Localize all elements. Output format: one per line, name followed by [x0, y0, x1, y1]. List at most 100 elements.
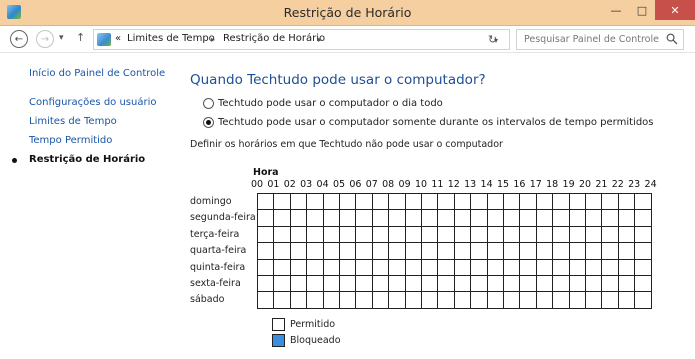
time-slot-cell[interactable]	[504, 292, 521, 309]
time-slot-cell[interactable]	[471, 292, 488, 309]
time-slot-cell[interactable]	[454, 194, 472, 211]
time-slot-cell[interactable]	[258, 210, 275, 227]
time-slot-cell[interactable]	[586, 210, 603, 227]
search-input[interactable]: Pesquisar Painel de Controle	[516, 29, 684, 50]
time-slot-cell[interactable]	[586, 259, 603, 276]
time-slot-cell[interactable]	[274, 226, 291, 244]
time-slot-cell[interactable]	[569, 226, 586, 244]
sidebar-item-limites-de-tempo[interactable]: Limites de Tempo	[29, 116, 117, 127]
time-slot-cell[interactable]	[438, 194, 455, 211]
time-slot-cell[interactable]	[618, 276, 636, 293]
time-slot-cell[interactable]	[422, 276, 439, 293]
time-slot-cell[interactable]	[602, 243, 619, 260]
time-slot-cell[interactable]	[356, 226, 373, 244]
time-slot-cell[interactable]	[356, 194, 373, 211]
time-slot-cell[interactable]	[536, 292, 554, 309]
time-slot-cell[interactable]	[372, 210, 390, 227]
time-slot-cell[interactable]	[520, 276, 537, 293]
sidebar-item-tempo-permitido[interactable]: Tempo Permitido	[29, 135, 112, 146]
time-slot-cell[interactable]	[290, 259, 308, 276]
time-slot-cell[interactable]	[438, 226, 455, 244]
time-slot-cell[interactable]	[520, 259, 537, 276]
time-slot-cell[interactable]	[307, 276, 324, 293]
time-slot-cell[interactable]	[258, 292, 275, 309]
time-slot-cell[interactable]	[602, 276, 619, 293]
time-slot-cell[interactable]	[274, 194, 291, 211]
time-slot-cell[interactable]	[372, 194, 390, 211]
sidebar-item-restricao-de-horario[interactable]: Restrição de Horário	[29, 154, 145, 165]
time-slot-cell[interactable]	[323, 292, 340, 309]
time-slot-cell[interactable]	[274, 210, 291, 227]
time-slot-cell[interactable]	[635, 210, 652, 227]
time-slot-cell[interactable]	[569, 243, 586, 260]
time-slot-cell[interactable]	[389, 210, 406, 227]
time-slot-cell[interactable]	[307, 259, 324, 276]
time-slot-cell[interactable]	[323, 276, 340, 293]
option-allowed-intervals-label[interactable]: Techtudo pode usar o computador somente …	[218, 117, 654, 128]
time-slot-cell[interactable]	[422, 243, 439, 260]
time-slot-cell[interactable]	[586, 226, 603, 244]
time-slot-cell[interactable]	[340, 226, 357, 244]
option-all-day-label[interactable]: Techtudo pode usar o computador o dia to…	[218, 98, 443, 109]
time-slot-cell[interactable]	[602, 226, 619, 244]
time-slot-cell[interactable]	[258, 194, 275, 211]
option-all-day[interactable]: Techtudo pode usar o computador o dia to…	[203, 98, 443, 109]
time-slot-cell[interactable]	[569, 259, 586, 276]
breadcrumb[interactable]: « Limites de Tempo ▸ Restrição de Horári…	[93, 29, 510, 50]
time-slot-cell[interactable]	[438, 276, 455, 293]
time-slot-cell[interactable]	[340, 292, 357, 309]
time-slot-cell[interactable]	[569, 210, 586, 227]
time-slot-cell[interactable]	[389, 292, 406, 309]
recent-pages-dropdown[interactable]: ▾	[59, 33, 64, 43]
time-slot-cell[interactable]	[504, 259, 521, 276]
time-slot-cell[interactable]	[520, 292, 537, 309]
time-slot-cell[interactable]	[454, 243, 472, 260]
time-slot-cell[interactable]	[454, 259, 472, 276]
time-slot-cell[interactable]	[389, 276, 406, 293]
time-slot-cell[interactable]	[422, 259, 439, 276]
time-slot-cell[interactable]	[323, 243, 340, 260]
time-slot-cell[interactable]	[356, 276, 373, 293]
time-slot-cell[interactable]	[307, 194, 324, 211]
time-slot-cell[interactable]	[586, 292, 603, 309]
chevron-right-icon[interactable]: ▸	[318, 35, 322, 44]
time-slot-cell[interactable]	[340, 259, 357, 276]
time-slot-cell[interactable]	[356, 210, 373, 227]
time-slot-cell[interactable]	[536, 226, 554, 244]
time-slot-cell[interactable]	[307, 243, 324, 260]
time-slot-cell[interactable]	[290, 210, 308, 227]
time-slot-cell[interactable]	[274, 243, 291, 260]
time-slot-cell[interactable]	[520, 210, 537, 227]
time-slot-cell[interactable]	[307, 210, 324, 227]
time-slot-cell[interactable]	[454, 276, 472, 293]
time-slot-cell[interactable]	[307, 292, 324, 309]
time-slot-cell[interactable]	[553, 292, 570, 309]
time-slot-cell[interactable]	[487, 210, 504, 227]
option-allowed-intervals[interactable]: Techtudo pode usar o computador somente …	[203, 117, 654, 128]
time-slot-cell[interactable]	[618, 194, 636, 211]
time-slot-cell[interactable]	[405, 259, 422, 276]
time-slot-cell[interactable]	[258, 226, 275, 244]
time-slot-cell[interactable]	[438, 292, 455, 309]
time-slot-cell[interactable]	[487, 243, 504, 260]
time-slot-cell[interactable]	[290, 194, 308, 211]
time-slot-cell[interactable]	[602, 292, 619, 309]
sidebar-item-configuracoes-usuario[interactable]: Configurações do usuário	[29, 97, 157, 108]
time-slot-cell[interactable]	[471, 276, 488, 293]
time-slot-cell[interactable]	[536, 259, 554, 276]
time-slot-cell[interactable]	[553, 259, 570, 276]
time-slot-cell[interactable]	[422, 210, 439, 227]
time-slot-cell[interactable]	[356, 243, 373, 260]
time-slot-cell[interactable]	[454, 292, 472, 309]
time-slot-cell[interactable]	[405, 243, 422, 260]
time-slot-cell[interactable]	[340, 210, 357, 227]
time-slot-cell[interactable]	[471, 259, 488, 276]
time-slot-cell[interactable]	[586, 276, 603, 293]
time-slot-cell[interactable]	[405, 210, 422, 227]
time-slot-cell[interactable]	[487, 259, 504, 276]
time-slot-cell[interactable]	[471, 194, 488, 211]
time-slot-cell[interactable]	[356, 292, 373, 309]
search-icon[interactable]	[666, 33, 678, 45]
time-slot-cell[interactable]	[323, 226, 340, 244]
time-slot-cell[interactable]	[569, 194, 586, 211]
